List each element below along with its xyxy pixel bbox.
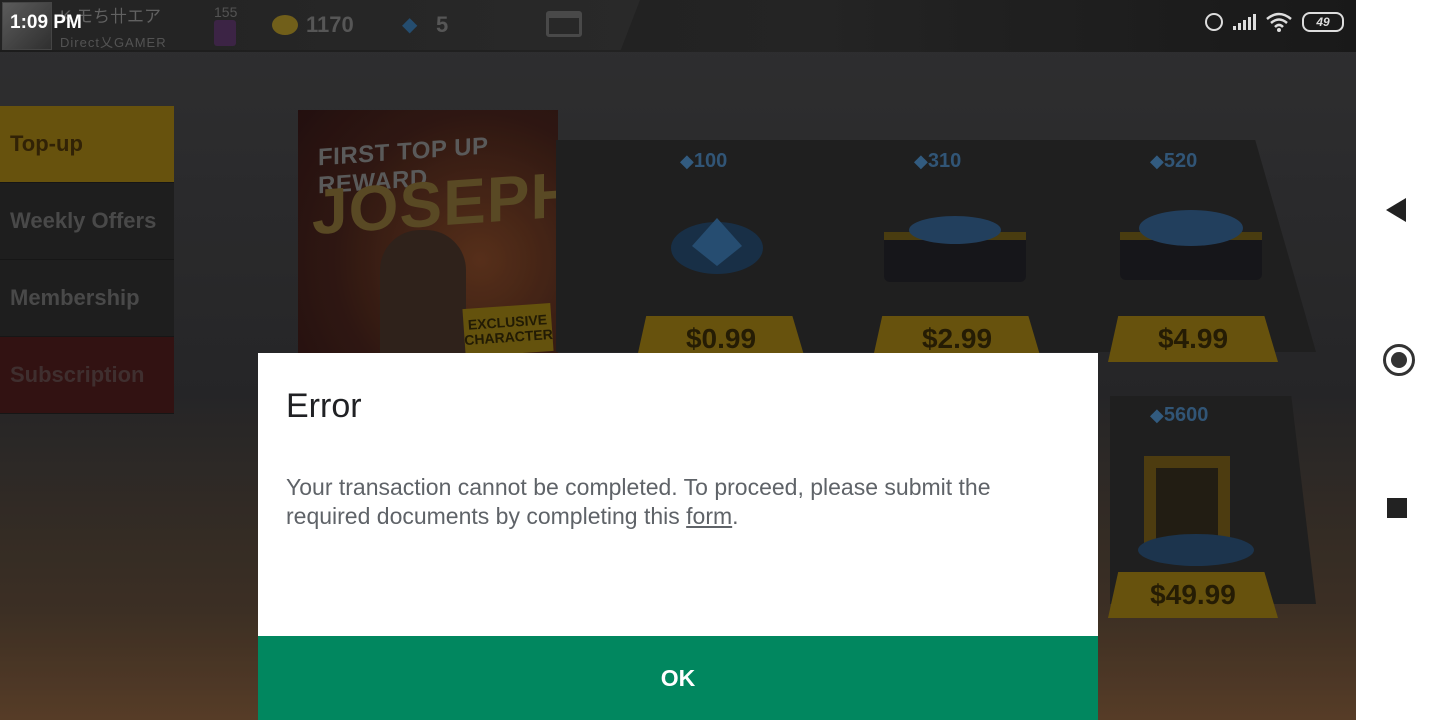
dialog-title: Error	[286, 387, 362, 425]
battery-icon: 49	[1302, 12, 1344, 32]
back-icon[interactable]	[1386, 198, 1406, 222]
form-link[interactable]: form	[686, 503, 732, 529]
wifi-icon	[1266, 12, 1292, 32]
error-dialog: Error Your transaction cannot be complet…	[258, 353, 1098, 720]
system-nav-bar	[1356, 0, 1440, 720]
home-icon[interactable]	[1383, 344, 1415, 376]
dialog-message: Your transaction cannot be completed. To…	[286, 473, 1076, 531]
recent-apps-icon[interactable]	[1387, 498, 1407, 518]
signal-icon	[1233, 14, 1256, 30]
dialog-message-text: Your transaction cannot be completed. To…	[286, 474, 991, 529]
dialog-message-end: .	[732, 503, 739, 529]
status-icons: 49	[1205, 12, 1344, 32]
ok-button[interactable]: OK	[258, 636, 1098, 720]
status-time: 1:09 PM	[10, 12, 82, 33]
alarm-icon	[1205, 13, 1223, 31]
